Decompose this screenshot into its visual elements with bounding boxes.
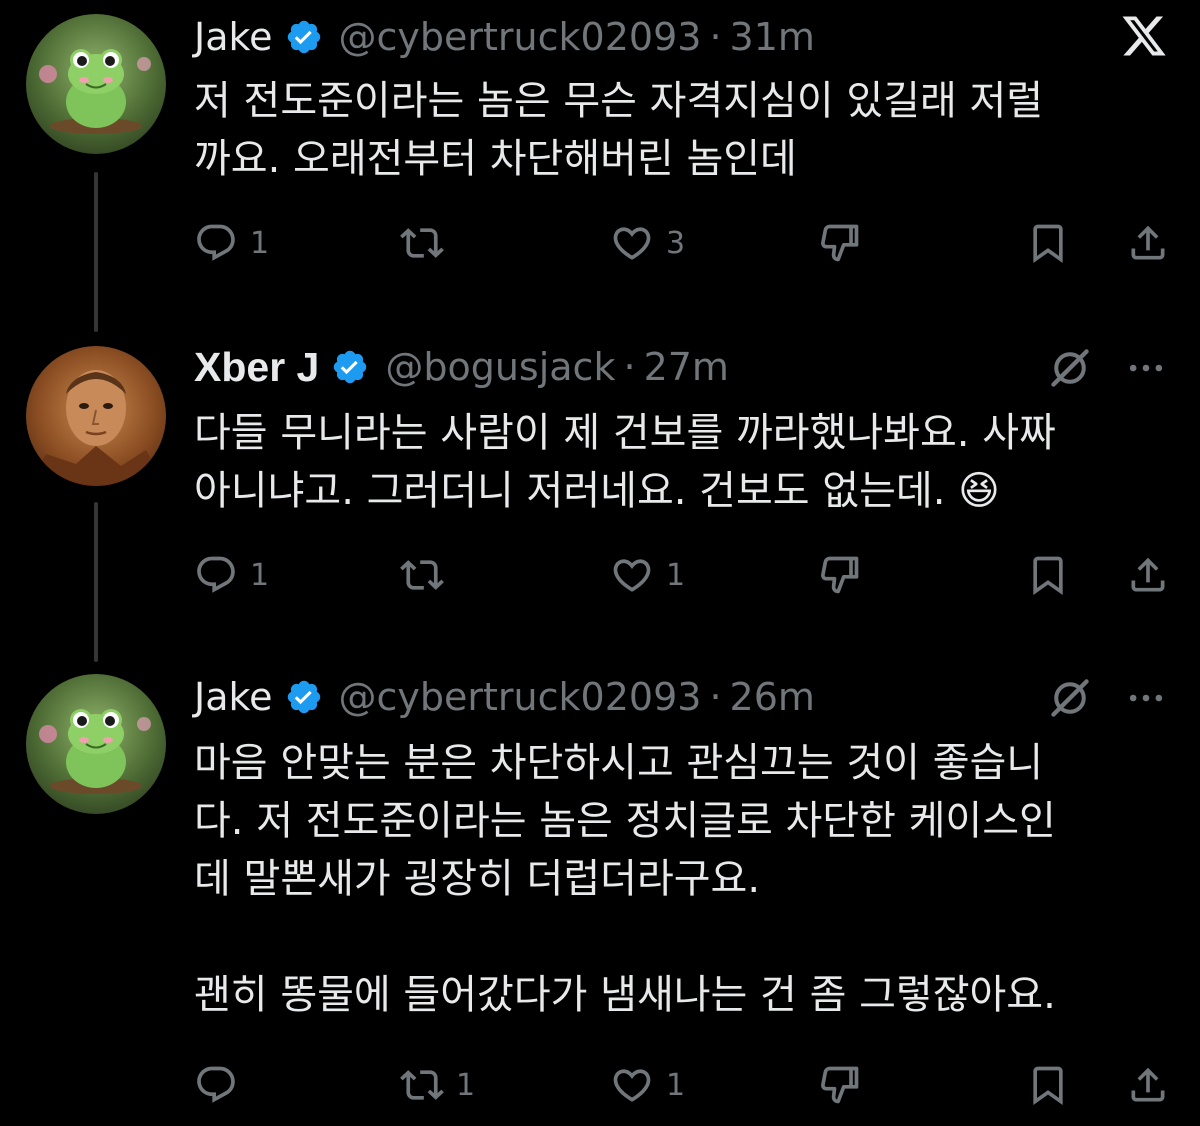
reply-count: 1 — [250, 225, 270, 261]
tweet-text: 저 전도준이라는 놈은 무슨 자격지심이 있길래 저럴 까요. 오래전부터 차단… — [194, 78, 1044, 182]
bookmark-button[interactable] — [1026, 1060, 1070, 1110]
display-name[interactable]: Xber J — [194, 344, 319, 391]
thumbs-down-icon — [818, 1063, 862, 1107]
avatar[interactable] — [26, 674, 166, 814]
reply-button[interactable] — [194, 1060, 250, 1110]
share-icon — [1126, 221, 1170, 265]
display-name[interactable]: Jake — [194, 15, 273, 59]
like-count: 3 — [666, 225, 686, 261]
repost-button[interactable]: 1 — [400, 1060, 475, 1110]
handle[interactable]: @cybertruck02093 — [339, 15, 702, 59]
grok-icon[interactable] — [1048, 676, 1092, 720]
tweet-header: Jake @cybertruck02093 · 26m — [194, 672, 815, 722]
separator: · — [623, 345, 636, 389]
thumbs-down-icon — [818, 221, 862, 265]
action-bar: 1 1 — [194, 550, 1174, 600]
repost-button[interactable] — [400, 550, 456, 600]
avatar[interactable] — [26, 14, 166, 154]
thumbs-down-icon — [818, 553, 862, 597]
tweet-header: Xber J @bogusjack · 27m — [194, 342, 729, 392]
tweet-text: 다들 무니라는 사람이 제 건보를 까라했나봐요. 사짜 아니냐고. 그러더니 … — [194, 410, 1056, 514]
tweet-header: Jake @cybertruck02093 · 31m — [194, 12, 815, 62]
bookmark-icon — [1026, 221, 1070, 265]
grok-icon[interactable] — [1048, 346, 1092, 390]
tweet[interactable]: Jake @cybertruck02093 · 31m 저 전도준이라는 놈은 … — [0, 0, 1200, 300]
reply-count: 1 — [250, 557, 270, 593]
reply-icon — [194, 553, 238, 597]
heart-icon — [610, 1063, 654, 1107]
tweet[interactable]: Xber J @bogusjack · 27m 다들 무니라는 사람이 제 건보… — [0, 330, 1200, 630]
dislike-button[interactable] — [818, 550, 862, 600]
heart-icon — [610, 553, 654, 597]
x-logo-icon — [1120, 12, 1168, 60]
reply-button[interactable]: 1 — [194, 218, 269, 268]
like-button[interactable]: 1 — [610, 550, 685, 600]
reply-button[interactable]: 1 — [194, 550, 269, 600]
reply-icon — [194, 221, 238, 265]
share-button[interactable] — [1126, 218, 1170, 268]
like-count: 1 — [666, 1067, 686, 1103]
repost-button[interactable] — [400, 218, 456, 268]
action-bar: 1 1 — [194, 1060, 1174, 1110]
repost-count: 1 — [456, 1067, 476, 1103]
timestamp[interactable]: 31m — [730, 15, 815, 59]
separator: · — [709, 675, 722, 719]
like-button[interactable]: 1 — [610, 1060, 685, 1110]
avatar[interactable] — [26, 346, 166, 486]
dislike-button[interactable] — [818, 218, 862, 268]
bookmark-icon — [1026, 1063, 1070, 1107]
dislike-button[interactable] — [818, 1060, 862, 1110]
more-options-icon[interactable] — [1124, 676, 1168, 720]
more-options-icon[interactable] — [1124, 346, 1168, 390]
share-button[interactable] — [1126, 1060, 1170, 1110]
display-name[interactable]: Jake — [194, 675, 273, 719]
heart-icon — [610, 221, 654, 265]
bookmark-icon — [1026, 553, 1070, 597]
share-icon — [1126, 553, 1170, 597]
share-button[interactable] — [1126, 550, 1170, 600]
verified-badge-icon — [331, 348, 369, 386]
share-icon — [1126, 1063, 1170, 1107]
bookmark-button[interactable] — [1026, 218, 1070, 268]
handle[interactable]: @bogusjack — [385, 345, 615, 389]
bookmark-button[interactable] — [1026, 550, 1070, 600]
separator: · — [709, 15, 722, 59]
action-bar: 1 3 — [194, 218, 1174, 268]
reply-icon — [194, 1063, 238, 1107]
verified-badge-icon — [285, 18, 323, 56]
tweet-text: 마음 안맞는 분은 차단하시고 관심끄는 것이 좋습니 다. 저 전도준이라는 … — [194, 740, 1056, 1018]
verified-badge-icon — [285, 678, 323, 716]
like-count: 1 — [666, 557, 686, 593]
repost-icon — [400, 1063, 444, 1107]
timestamp[interactable]: 27m — [644, 345, 729, 389]
timestamp[interactable]: 26m — [730, 675, 815, 719]
handle[interactable]: @cybertruck02093 — [339, 675, 702, 719]
repost-icon — [400, 221, 444, 265]
tweet[interactable]: Jake @cybertruck02093 · 26m 마음 안맞는 분은 차단… — [0, 660, 1200, 1126]
repost-icon — [400, 553, 444, 597]
like-button[interactable]: 3 — [610, 218, 685, 268]
